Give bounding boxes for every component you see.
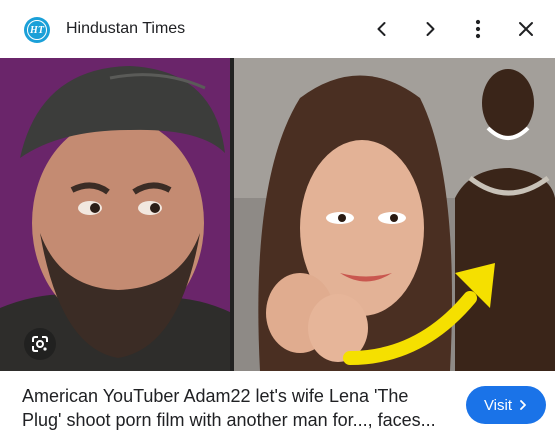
previous-button[interactable] (367, 14, 397, 44)
visit-button[interactable]: Visit (466, 386, 546, 424)
hindustan-times-logo: HT (24, 17, 50, 43)
more-vert-icon (475, 19, 481, 39)
chevron-right-icon (426, 22, 435, 36)
close-icon (519, 22, 533, 36)
logo-text: HT (27, 20, 47, 40)
article-headline[interactable]: American YouTuber Adam22 let's wife Lena… (22, 384, 452, 432)
source-name: Hindustan Times (66, 20, 186, 37)
header: HT Hindustan Times (0, 0, 555, 58)
more-options-button[interactable] (463, 14, 493, 44)
article-image-graphic (0, 58, 555, 371)
google-lens-icon (32, 336, 48, 352)
chevron-left-icon (377, 22, 386, 36)
chevron-right-icon (520, 400, 526, 410)
next-button[interactable] (415, 14, 445, 44)
google-lens-button[interactable] (24, 328, 56, 360)
visit-button-label: Visit (483, 396, 513, 414)
close-button[interactable] (511, 14, 541, 44)
article-image[interactable] (0, 58, 555, 371)
